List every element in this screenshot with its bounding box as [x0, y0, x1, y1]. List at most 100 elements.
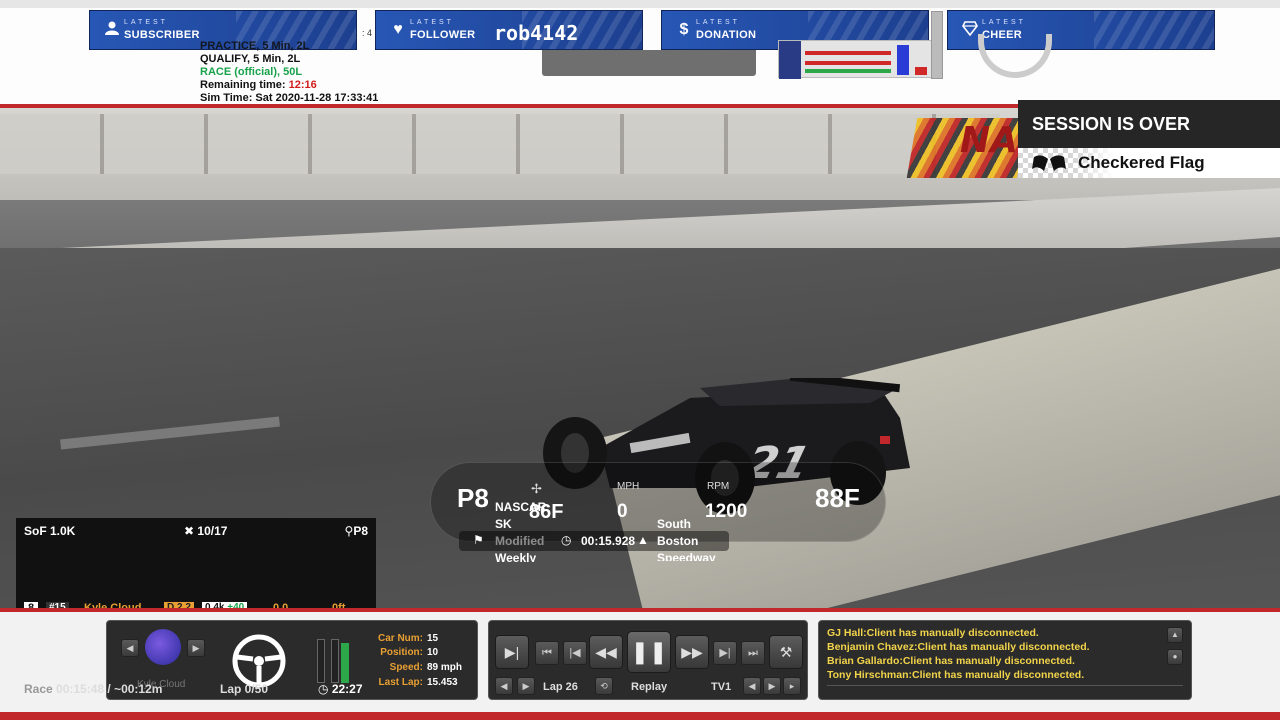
- info-tab: [542, 50, 756, 76]
- checkered-flag-label: Checkered Flag: [1078, 153, 1205, 172]
- standings-panel: SoF 1.0K ✖ 10/17 ⚲P8 8 #15 Kyle Cloud D …: [16, 518, 376, 618]
- alert-small-label: LATEST: [124, 19, 168, 26]
- telemetry-label-strip: [779, 41, 801, 79]
- center-hud: P8 ✢ NASCAR SK Modified Weekly 86F MPH 0…: [430, 462, 886, 562]
- chat-panel: GJ Hall:Client has manually disconnected…: [818, 620, 1192, 700]
- camera-next-button[interactable]: ▶: [763, 677, 781, 695]
- alert-small-label: LATEST: [982, 19, 1026, 26]
- throttle-pedal-bar: [341, 643, 349, 683]
- lap-time: 00:15.928: [581, 534, 636, 548]
- session-practice: PRACTICE, 5 Min, 2L: [200, 40, 310, 52]
- fast-forward-button[interactable]: ▶▶: [675, 635, 709, 669]
- wall-panels: [0, 114, 1000, 174]
- throttle-level: [897, 45, 909, 75]
- strength-of-field: SoF 1.0K: [24, 524, 76, 538]
- speed-value: 89 mph: [427, 662, 463, 673]
- alert-small-label: LATEST: [696, 19, 740, 26]
- telemetry-widget: [778, 11, 943, 79]
- hud-position: P8: [457, 483, 489, 513]
- rewind-button[interactable]: ◀◀: [589, 635, 623, 669]
- wind-icon: ✢: [531, 481, 542, 496]
- alert-title: SUBSCRIBER: [124, 29, 200, 41]
- user-icon: [102, 20, 122, 40]
- session-info: PRACTICE, 5 Min, 2L QUALIFY, 5 Min, 2L R…: [200, 40, 378, 105]
- remaining-label: Remaining time:: [200, 79, 286, 91]
- brake-level: [915, 67, 927, 75]
- track-line-text: Speedway: [657, 551, 716, 561]
- camera-prev-button[interactable]: ◀: [743, 677, 761, 695]
- prev-frame-button[interactable]: |◀: [563, 641, 587, 665]
- field-count: ✖ 10/17: [184, 524, 227, 538]
- replay-mode-label: Replay: [631, 681, 668, 693]
- tools-button[interactable]: ⚒: [769, 635, 803, 669]
- replay-control-panel: ▶| ⏮ |◀ ◀◀ ❚❚ ▶▶ ▶| ⏭ ⚒ ◀ ▶ Lap 26 ⟲ Rep…: [488, 620, 808, 700]
- camera-options-button[interactable]: ▸: [783, 677, 801, 695]
- replay-lap: Lap 26: [543, 681, 578, 693]
- camera-label: TV1: [711, 681, 732, 693]
- lap-next-button[interactable]: ▶: [517, 677, 535, 695]
- replay-mode-toggle[interactable]: ⟲: [595, 677, 613, 695]
- checkered-flag-banner: Checkered Flag: [1018, 148, 1280, 178]
- car-num-label: Car Num:: [377, 633, 423, 644]
- field-count-value: 10/17: [197, 524, 228, 538]
- session-clock-value: 22:27: [331, 682, 363, 696]
- session-qualify: QUALIFY, 5 Min, 2L: [200, 53, 301, 65]
- speed-label: Speed:: [389, 662, 423, 673]
- clutch-bar: [805, 69, 891, 73]
- bottom-red-strip: [0, 712, 1280, 720]
- chat-scroll-up-button[interactable]: ▲: [1167, 627, 1183, 643]
- to-start-button[interactable]: ⏮: [535, 641, 559, 665]
- flag-icon: ⚑: [473, 533, 484, 547]
- next-driver-button[interactable]: ▶: [187, 639, 205, 657]
- alert-value: rob4142: [494, 21, 579, 45]
- remaining-time: Remaining time: 12:16: [200, 79, 378, 92]
- top-strip: [0, 0, 1280, 8]
- car-num-value: 15: [427, 633, 439, 644]
- track-line-text: South: [657, 517, 691, 531]
- driver-lap-counter: Lap 0/50: [220, 682, 269, 696]
- session-clock: ◷ 22:27: [318, 682, 363, 696]
- pause-button[interactable]: ❚❚: [627, 631, 671, 673]
- chat-message: GJ Hall:Client has manually disconnected…: [827, 627, 1039, 639]
- chat-message: Tony Hirschman:Client has manually disco…: [827, 669, 1085, 681]
- helmet-icon: [145, 629, 181, 665]
- steering-wheel-icon: [232, 634, 286, 688]
- checkered-flag-icon: [1032, 153, 1066, 178]
- position-value: 10: [427, 647, 439, 658]
- standings-position-value: P8: [353, 524, 368, 538]
- air-temp: 88F: [815, 483, 860, 513]
- brake-bar: [805, 61, 891, 65]
- gauge-tube: [931, 11, 943, 79]
- race-time-value: 00:15:48 / ~00:12m: [56, 682, 163, 696]
- clock-icon: ◷: [318, 682, 329, 696]
- latest-follower-alert: ♥ LATEST FOLLOWER rob4142: [375, 10, 643, 50]
- standings-position: ⚲P8: [345, 524, 368, 538]
- heart-icon: ♥: [393, 21, 403, 38]
- last-lap-label: Last Lap:: [378, 677, 423, 688]
- throttle-bar: [805, 51, 891, 55]
- track-temp: 86F: [529, 501, 564, 523]
- chat-message: Brian Gallardo:Client has manually disco…: [827, 655, 1075, 667]
- race-time-prefix: Race: [24, 682, 53, 696]
- chat-settings-button[interactable]: ●: [1167, 649, 1183, 665]
- alert-title: DONATION: [696, 29, 757, 41]
- lap-prev-button[interactable]: ◀: [495, 677, 513, 695]
- remaining-value: 12:16: [288, 79, 317, 91]
- session-over-banner: SESSION IS OVER: [1018, 100, 1280, 148]
- prev-driver-button[interactable]: ◀: [121, 639, 139, 657]
- last-lap-value: 15.453: [427, 677, 458, 688]
- mph-value: 0: [617, 501, 628, 522]
- clutch-pedal-bar: [331, 639, 339, 683]
- sim-time: Sim Time: Sat 2020-11-28 17:33:41: [200, 92, 379, 104]
- series-line: Weekly: [495, 551, 537, 562]
- mph-label: MPH: [617, 481, 640, 492]
- hud-track-name: South Boston Speedway: [657, 516, 716, 561]
- chat-message: Benjamin Chavez:Client has manually disc…: [827, 641, 1090, 653]
- play-reverse-button[interactable]: ▶|: [495, 635, 529, 669]
- to-end-button[interactable]: ⏭: [741, 641, 765, 665]
- alert-title: FOLLOWER: [410, 29, 476, 41]
- position-label: Position:: [380, 647, 423, 658]
- next-frame-button[interactable]: ▶|: [713, 641, 737, 665]
- timer-icon: ◷: [561, 533, 572, 547]
- cross-icon: ✖: [184, 524, 195, 538]
